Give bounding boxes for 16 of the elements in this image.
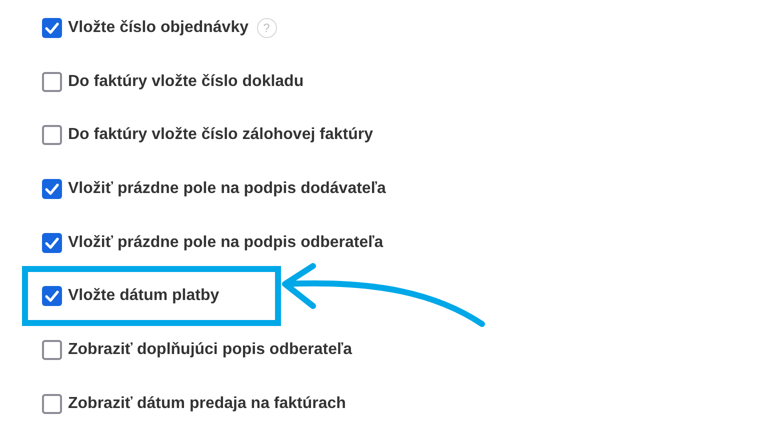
option-label[interactable]: Vložte číslo objednávky bbox=[68, 18, 248, 37]
option-label[interactable]: Vložiť prázdne pole na podpis dodávateľa bbox=[68, 180, 386, 198]
option-label[interactable]: Zobraziť doplňujúci popis odberateľa bbox=[68, 340, 352, 359]
checkbox[interactable] bbox=[42, 18, 62, 38]
option-label[interactable]: Zobraziť dátum predaja na faktúrach bbox=[68, 394, 346, 413]
checkbox[interactable] bbox=[42, 286, 62, 306]
checkbox[interactable] bbox=[42, 340, 62, 360]
option-label[interactable]: Vložiť prázdne pole na podpis odberateľa bbox=[68, 234, 384, 252]
checkbox[interactable] bbox=[42, 232, 62, 253]
checkbox[interactable] bbox=[42, 125, 62, 146]
option-label[interactable]: Vložte dátum platby bbox=[68, 287, 220, 306]
checkbox[interactable] bbox=[42, 394, 62, 414]
option-label[interactable]: Do faktúry vložte číslo dokladu bbox=[68, 72, 304, 91]
option-label[interactable]: Do faktúry vložte číslo zálohovej faktúry bbox=[68, 126, 373, 144]
checkbox[interactable] bbox=[42, 72, 62, 92]
checkbox[interactable] bbox=[42, 178, 62, 199]
